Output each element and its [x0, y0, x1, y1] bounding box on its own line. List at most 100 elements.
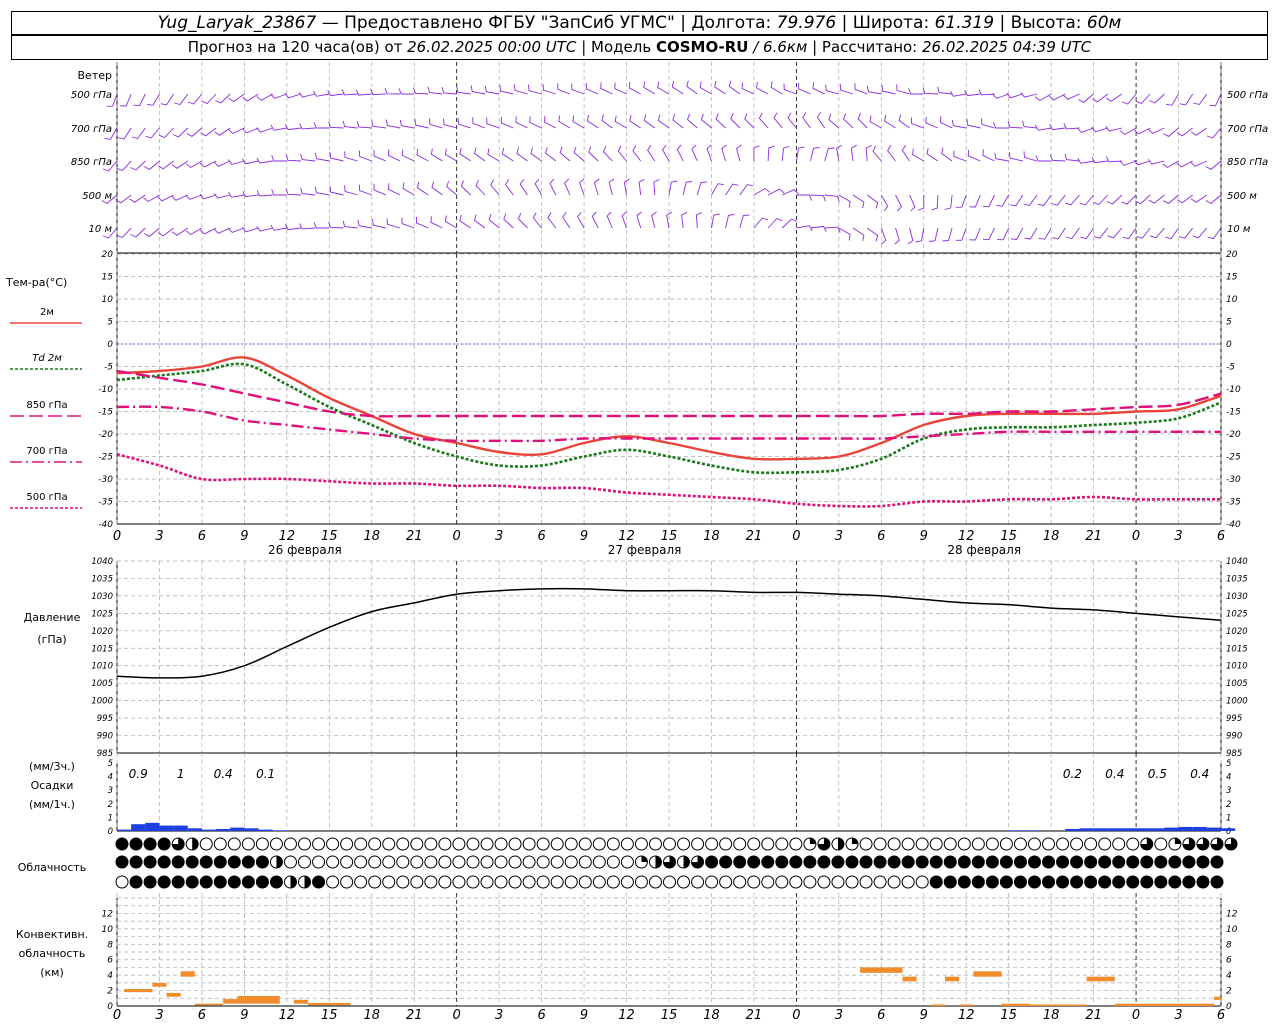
cloud-cover-fraction — [304, 876, 311, 889]
cloud-cover-symbol — [747, 837, 761, 851]
precip-bar — [187, 828, 202, 831]
cloud-cover-symbol — [1070, 837, 1084, 851]
convective-cloud-bar — [237, 995, 280, 1004]
cloud-cover-symbol — [564, 875, 578, 889]
wind-barb — [1091, 157, 1108, 164]
wind-barb — [1022, 120, 1038, 129]
cloud-cover-symbol — [803, 875, 817, 889]
wind-barb — [515, 116, 528, 129]
wind-barb — [638, 178, 645, 196]
wind-barb — [909, 194, 916, 212]
day-label: 26 февраля — [268, 543, 342, 557]
cloud-cover-symbol — [298, 855, 312, 869]
wind-barb — [1077, 127, 1094, 133]
temperature-ytick-left: 10 — [102, 295, 114, 305]
convective-xtick: 15 — [321, 1008, 338, 1023]
cloud-cover-symbol — [312, 837, 326, 851]
cloud-cover-symbol — [340, 837, 354, 851]
wind-barb — [714, 80, 726, 95]
wind-barb — [358, 150, 372, 162]
cloud-cover-symbol — [999, 855, 1013, 869]
wind-barb — [549, 178, 557, 196]
convective-cloud-bar — [973, 971, 1002, 977]
cloud-cover-fraction — [655, 856, 662, 868]
pressure-ytick-left: 1015 — [91, 644, 113, 654]
wind-barb — [730, 113, 741, 129]
wind-barb — [313, 90, 330, 97]
wind-barb — [1147, 127, 1165, 134]
pressure-ytick-left: 1040 — [91, 557, 113, 567]
wind-barb — [982, 194, 995, 208]
cloud-cover-symbol — [733, 875, 747, 889]
cloud-cover-symbol — [269, 837, 283, 851]
wind-barb — [969, 227, 981, 241]
convective-cloud-bar — [124, 989, 153, 993]
wind-barb — [1080, 227, 1094, 240]
pressure-ytick-left: 1010 — [91, 662, 113, 672]
temperature-ytick-left: -15 — [98, 408, 113, 418]
cloud-cover-symbol — [227, 855, 241, 869]
cloud-cover-symbol — [1084, 875, 1098, 889]
cloud-cover-fraction — [290, 876, 297, 888]
wind-barb — [242, 127, 259, 134]
precip-bar — [1206, 827, 1221, 831]
wind-barb — [898, 114, 910, 129]
cloud-cover-symbol — [943, 855, 957, 869]
precip-bar — [145, 822, 160, 831]
cloud-cover-symbol — [438, 855, 452, 869]
wind-barb — [558, 115, 571, 129]
wind-barb — [787, 112, 797, 129]
wind-barb — [1105, 156, 1122, 163]
wind-barb — [187, 93, 203, 105]
wind-barb — [767, 145, 775, 162]
cloud-cover-fraction — [851, 838, 858, 844]
wind-barb — [1176, 160, 1193, 168]
wind-barb — [602, 146, 613, 162]
temperature-xtick: 9 — [240, 529, 248, 544]
convective-cloud-bar — [1086, 976, 1115, 982]
wind-barb — [1205, 160, 1222, 170]
cloud-cover-fraction — [809, 838, 816, 844]
wind-barb — [499, 85, 514, 95]
convective-xtick: 12 — [958, 1008, 975, 1023]
wind-barb — [949, 90, 967, 97]
wind-barb — [887, 145, 896, 162]
precipitation-ytick-left: 0 — [108, 827, 113, 837]
cloud-cover-symbol — [578, 855, 592, 869]
cloud-cover-symbol — [199, 875, 213, 889]
cloud-cover-symbol — [536, 875, 550, 889]
convective-ytick-right: 12 — [1226, 909, 1238, 919]
cloud-cover-symbol — [157, 855, 171, 869]
temperature-ytick-left: 20 — [102, 250, 114, 260]
wind-barb — [1052, 227, 1066, 240]
wind-barb — [1121, 194, 1137, 205]
wind-barb — [201, 93, 217, 105]
temperature-ytick-left: -20 — [98, 430, 113, 440]
wind-barb — [1179, 93, 1194, 106]
wind-barb — [681, 211, 688, 229]
wind-barb — [691, 144, 698, 162]
precip-bar — [1178, 826, 1193, 831]
meteogram: Ветер 500 гПа 500 гПа 700 гПа 700 гПа 850 гПа… — [5, 62, 1268, 1023]
pressure-ytick-right: 1010 — [1226, 662, 1248, 672]
cloud-cover-symbol — [396, 837, 410, 851]
precipitation-ytick-left: 3 — [108, 786, 113, 796]
wind-barb — [699, 81, 712, 95]
cloud-cover-symbol — [803, 855, 817, 869]
wind-barb — [1078, 93, 1094, 103]
wind-barb — [256, 127, 273, 133]
wind-barb — [852, 194, 865, 209]
wind-barb — [487, 148, 500, 162]
wind-barb — [838, 194, 851, 208]
wind-barb — [504, 179, 514, 196]
wind-barb — [850, 144, 857, 162]
wind-barb — [503, 213, 514, 229]
wind-barb — [256, 157, 273, 164]
wind-barb — [816, 112, 826, 129]
wind-barb — [402, 182, 415, 196]
wind-barb — [171, 160, 189, 169]
wind-barb — [527, 84, 542, 95]
cloud-cover-symbol — [943, 875, 957, 889]
wind-barb — [1006, 92, 1023, 99]
wind-barb — [588, 146, 599, 162]
